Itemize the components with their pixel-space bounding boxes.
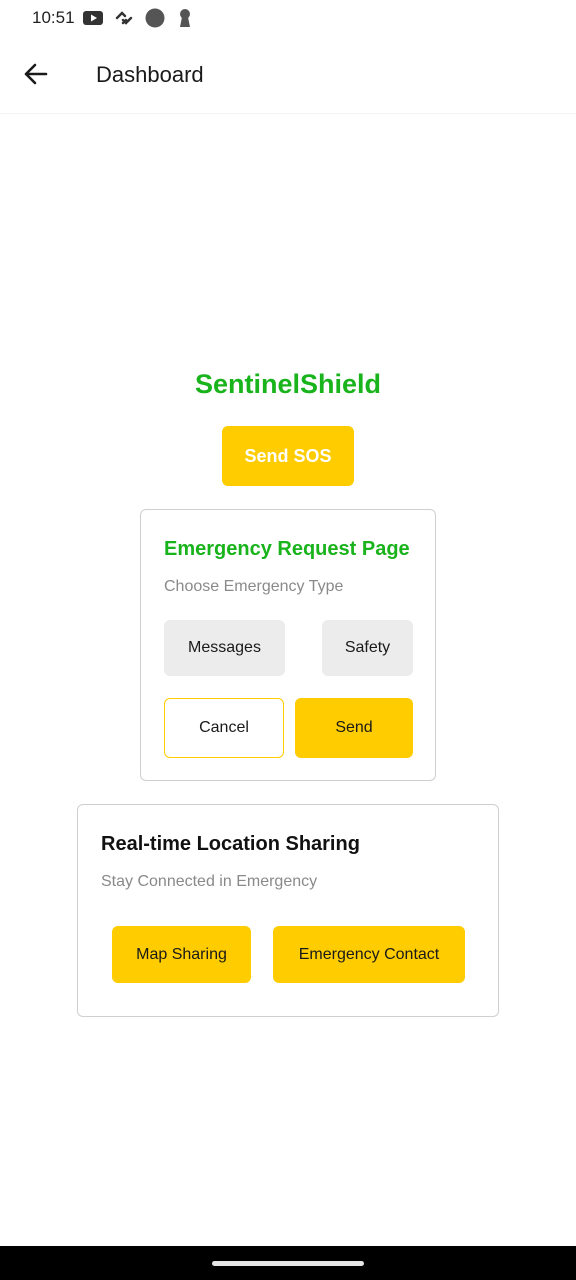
link-icon bbox=[115, 11, 133, 25]
app-bar: Dashboard bbox=[0, 36, 576, 114]
screen: 10:51 Dashboard SentinelShield Send SOS … bbox=[0, 0, 576, 1280]
emergency-card-title: Emergency Request Page bbox=[164, 538, 410, 560]
page-title: Dashboard bbox=[96, 62, 204, 87]
emergency-card-subtitle: Choose Emergency Type bbox=[164, 578, 344, 595]
location-sharing-card: Real-time Location Sharing Stay Connecte… bbox=[77, 804, 499, 1017]
send-button[interactable]: Send bbox=[295, 698, 413, 758]
map-sharing-button[interactable]: Map Sharing bbox=[112, 926, 251, 983]
send-sos-button[interactable]: Send SOS bbox=[222, 426, 354, 486]
keyhole-icon bbox=[180, 9, 190, 27]
back-arrow-icon[interactable] bbox=[20, 58, 52, 90]
status-time: 10:51 bbox=[32, 8, 75, 27]
location-card-subtitle: Stay Connected in Emergency bbox=[101, 873, 318, 890]
location-card-title: Real-time Location Sharing bbox=[101, 833, 360, 855]
youtube-icon bbox=[83, 11, 103, 25]
system-nav-bar bbox=[0, 1246, 576, 1280]
circle-icon bbox=[145, 8, 165, 28]
emergency-request-card: Emergency Request Page Choose Emergency … bbox=[140, 509, 436, 781]
app-brand-title: SentinelShield bbox=[194, 369, 382, 399]
safety-type-button[interactable]: Safety bbox=[322, 620, 413, 676]
emergency-contact-button[interactable]: Emergency Contact bbox=[273, 926, 465, 983]
messages-type-button[interactable]: Messages bbox=[164, 620, 285, 676]
home-gesture-handle[interactable] bbox=[212, 1261, 364, 1266]
status-bar: 10:51 bbox=[0, 0, 576, 36]
cancel-button[interactable]: Cancel bbox=[164, 698, 284, 758]
